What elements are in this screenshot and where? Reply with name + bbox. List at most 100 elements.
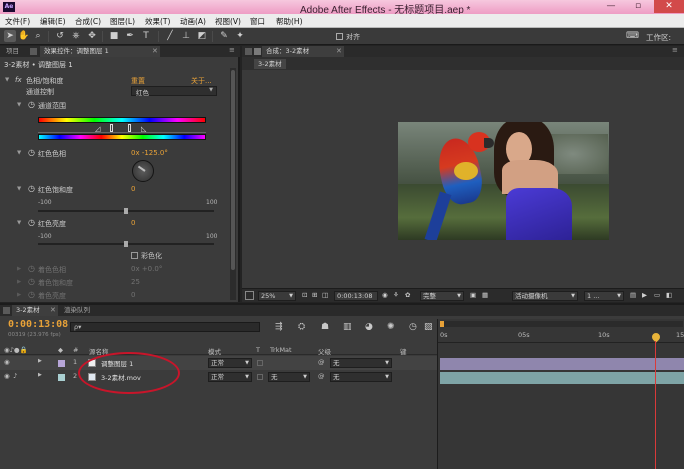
red-saturation-value[interactable]: 0	[131, 185, 135, 193]
tab-close-icon[interactable]: ✕	[50, 306, 56, 314]
tab-close-icon[interactable]: ✕	[152, 47, 158, 55]
zoom-tool-icon[interactable]: ⌕	[32, 30, 44, 42]
fx-icon[interactable]: fx	[15, 76, 22, 84]
expand-triangle-icon[interactable]: ▼	[17, 102, 21, 108]
channel-control-dropdown[interactable]: 红色 ▼	[131, 86, 217, 97]
draft-3d-icon[interactable]: ⛭	[298, 322, 305, 332]
clone-stamp-tool-icon[interactable]: ⊥	[180, 30, 192, 42]
stopwatch-icon[interactable]: ◷	[28, 184, 35, 193]
type-tool-icon[interactable]: T	[140, 30, 152, 42]
red-lightness-slider[interactable]	[38, 241, 214, 247]
red-lightness-value[interactable]: 0	[131, 219, 135, 227]
layer-duration-bar[interactable]	[440, 372, 684, 384]
video-visibility-icon[interactable]: ◉	[4, 358, 10, 366]
range-left-falloff-handle[interactable]: ◿	[95, 125, 100, 133]
tab-render-queue[interactable]: 渲染队列	[60, 305, 94, 316]
toggle-pixel-aspect-icon[interactable]: ▤	[630, 291, 636, 299]
time-ruler[interactable]: 0s 05s 10s 15s	[438, 329, 684, 343]
camera-tool-icon[interactable]: ⎈	[70, 30, 82, 42]
range-slider-track[interactable]: ◿ ◺	[38, 124, 206, 133]
graph-editor-icon[interactable]: ▨	[424, 322, 433, 332]
expand-triangle-icon[interactable]: ▼	[17, 150, 21, 156]
slider-thumb[interactable]	[124, 208, 128, 214]
camera-dropdown[interactable]: 活动摄像机 ▼	[512, 291, 578, 301]
expand-triangle-icon[interactable]: ▼	[17, 220, 21, 226]
expand-triangle-icon[interactable]: ▶	[38, 372, 42, 378]
flowchart-icon[interactable]: ◧	[666, 291, 672, 299]
layer-search-input[interactable]: ρ▾	[70, 322, 260, 332]
menu-help[interactable]: 帮助(H)	[276, 16, 303, 27]
comp-viewer[interactable]	[242, 70, 684, 288]
workspace-icon[interactable]: ⌨	[626, 30, 639, 42]
eraser-tool-icon[interactable]: ◩	[196, 30, 208, 42]
auto-keyframe-icon[interactable]: ◷	[409, 322, 417, 332]
audio-icon[interactable]: ♪	[13, 372, 17, 380]
trkmat-dropdown[interactable]: 无 ▼	[268, 372, 310, 382]
fit-icon[interactable]: ⊡	[302, 291, 307, 299]
menu-file[interactable]: 文件(F)	[5, 16, 30, 27]
reset-link[interactable]: 重置	[131, 76, 145, 86]
frame-blending-icon[interactable]: ▥	[343, 322, 352, 332]
resolution-dropdown[interactable]: 完整 ▼	[420, 291, 464, 301]
views-dropdown[interactable]: 1 ... ▼	[584, 291, 624, 301]
layer-duration-bar[interactable]	[440, 358, 684, 370]
puppet-tool-icon[interactable]: ✦	[234, 30, 246, 42]
stopwatch-icon[interactable]: ◷	[28, 218, 35, 227]
video-visibility-icon[interactable]: ◉	[4, 372, 10, 380]
rotate-tool-icon[interactable]: ↺	[54, 30, 66, 42]
fast-preview-icon[interactable]: ▶	[642, 291, 647, 299]
blend-mode-dropdown[interactable]: 正常 ▼	[208, 358, 252, 368]
column-mode[interactable]: 模式	[208, 346, 221, 356]
selection-tool-icon[interactable]: ➤	[4, 30, 16, 42]
layer-row[interactable]: ◉ ▶ 1 调整图层 1 正常 ▼ @ 无 ▼	[0, 356, 437, 370]
time-graph[interactable]: 0s 05s 10s 15s	[437, 319, 684, 469]
roto-brush-tool-icon[interactable]: ✎	[218, 30, 230, 42]
pickwhip-icon[interactable]: @	[318, 372, 325, 380]
column-keys[interactable]: 键	[400, 346, 407, 356]
stopwatch-icon[interactable]: ◷	[28, 148, 35, 157]
about-link[interactable]: 关于...	[191, 76, 212, 86]
panel-menu-icon[interactable]: ≡	[672, 46, 678, 54]
transparency-grid-icon[interactable]: ▦	[482, 291, 488, 299]
lock-icon[interactable]	[245, 48, 252, 55]
range-right-falloff-handle[interactable]: ◺	[141, 125, 146, 133]
lock-icon[interactable]	[3, 307, 10, 314]
show-snapshot-icon[interactable]: ⚘	[393, 291, 399, 299]
menu-window[interactable]: 窗口	[250, 16, 265, 27]
collapse-triangle-icon[interactable]: ▼	[5, 77, 9, 83]
snapshot-icon[interactable]: ◉	[382, 291, 388, 299]
minimize-button[interactable]: —	[598, 0, 624, 13]
preserve-transparency-checkbox[interactable]	[257, 360, 263, 366]
pan-behind-tool-icon[interactable]: ✥	[86, 30, 98, 42]
tab-composition[interactable]: 合成：3-2素材	[262, 46, 344, 57]
work-area-start-handle[interactable]	[440, 321, 444, 327]
label-color-swatch[interactable]	[58, 360, 65, 367]
expand-triangle-icon[interactable]: ▼	[17, 186, 21, 192]
work-area-bar[interactable]	[440, 321, 683, 327]
hand-tool-icon[interactable]: ✋	[18, 30, 30, 42]
brainstorm-icon[interactable]: ✺	[387, 322, 395, 332]
current-time-field[interactable]: 0:00:13:08	[334, 291, 378, 301]
red-saturation-slider[interactable]	[38, 208, 214, 214]
slider-thumb[interactable]	[124, 241, 128, 247]
menu-animation[interactable]: 动画(A)	[180, 16, 206, 27]
mask-visibility-icon[interactable]: ◫	[322, 291, 328, 299]
comp-flowchart-tab[interactable]: 3-2素材	[254, 59, 286, 69]
pickwhip-icon[interactable]: @	[318, 358, 325, 366]
stopwatch-icon[interactable]: ◷	[28, 100, 35, 109]
column-parent[interactable]: 父级	[318, 346, 331, 356]
comp-mini-flowchart-icon[interactable]: ⇶	[275, 322, 283, 332]
colorize-checkbox[interactable]	[131, 252, 138, 259]
magnification-dropdown[interactable]: 25% ▼	[258, 291, 296, 301]
snap-checkbox[interactable]	[336, 33, 343, 40]
blend-mode-dropdown[interactable]: 正常 ▼	[208, 372, 252, 382]
pen-tool-icon[interactable]: ✒	[124, 30, 136, 42]
red-hue-value[interactable]: 0x -125.0°	[131, 149, 168, 157]
tab-project[interactable]: 项目	[2, 46, 23, 57]
menu-view[interactable]: 视图(V)	[215, 16, 241, 27]
menu-edit[interactable]: 编辑(E)	[40, 16, 66, 27]
label-color-swatch[interactable]	[58, 374, 65, 381]
shy-layers-icon[interactable]: ☗	[321, 322, 329, 332]
tab-close-icon[interactable]: ✕	[336, 47, 342, 55]
parent-dropdown[interactable]: 无 ▼	[330, 358, 392, 368]
